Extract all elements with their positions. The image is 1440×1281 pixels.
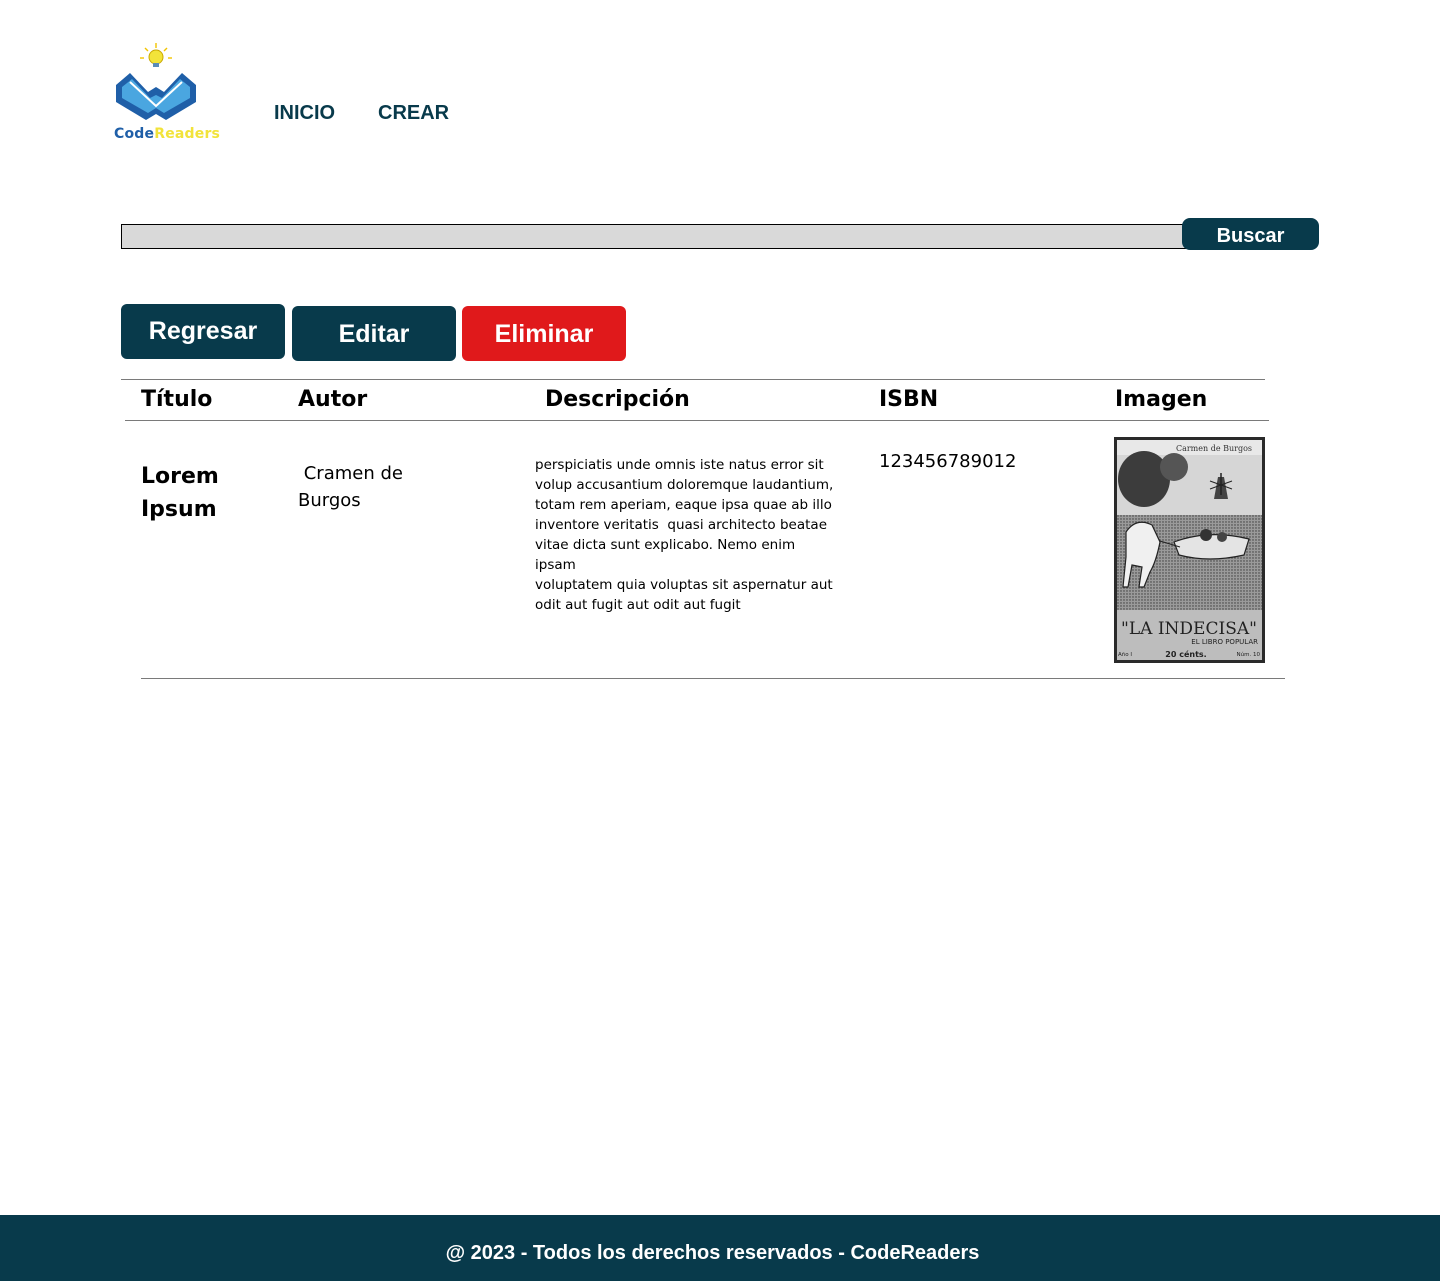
logo-wordmark: CodeReaders: [114, 126, 220, 142]
nav-link-inicio[interactable]: INICIO: [274, 102, 335, 125]
column-header-description: Descripción: [545, 387, 690, 412]
cover-year-text: Año I: [1118, 652, 1132, 658]
codereaders-logo[interactable]: CodeReaders: [108, 40, 220, 148]
cell-title: Lorem Ipsum: [141, 464, 219, 522]
logo-word-readers: Readers: [154, 126, 221, 142]
cover-collection-text: EL LIBRO POPULAR: [1191, 638, 1258, 646]
column-header-author: Autor: [298, 387, 368, 412]
edit-button[interactable]: Editar: [292, 306, 456, 361]
column-header-isbn: ISBN: [879, 387, 939, 412]
column-header-title: Título: [141, 387, 213, 412]
book-cover-image: Carmen de Burgos "LA INDECISA" EL LIBRO …: [1114, 437, 1265, 663]
cover-price-text: 20 cénts.: [1165, 649, 1206, 659]
cell-isbn: 123456789012: [879, 451, 1017, 472]
footer: @ 2023 - Todos los derechos reservados -…: [0, 1215, 1440, 1281]
back-button[interactable]: Regresar: [121, 304, 285, 359]
cover-number-text: Núm. 10: [1237, 651, 1261, 658]
cell-author: Cramen de Burgos: [298, 463, 403, 511]
column-header-image: Imagen: [1115, 387, 1208, 412]
footer-copyright-text: @ 2023 - Todos los derechos reservados -…: [445, 1242, 980, 1264]
search-button[interactable]: Buscar: [1182, 218, 1319, 250]
nav-link-crear[interactable]: CREAR: [378, 102, 449, 125]
cover-author-text: Carmen de Burgos: [1176, 444, 1252, 453]
logo-word-code: Code: [114, 126, 155, 142]
table-bottom-border: [141, 678, 1285, 679]
table-header-border: [125, 420, 1269, 421]
delete-button[interactable]: Eliminar: [462, 306, 626, 361]
table-top-border: [121, 379, 1265, 380]
open-book-lightbulb-icon: [116, 43, 196, 120]
cover-title-text: "LA INDECISA": [1121, 619, 1257, 639]
search-input[interactable]: [121, 224, 1191, 249]
cell-description: perspiciatis unde omnis iste natus error…: [535, 457, 834, 613]
